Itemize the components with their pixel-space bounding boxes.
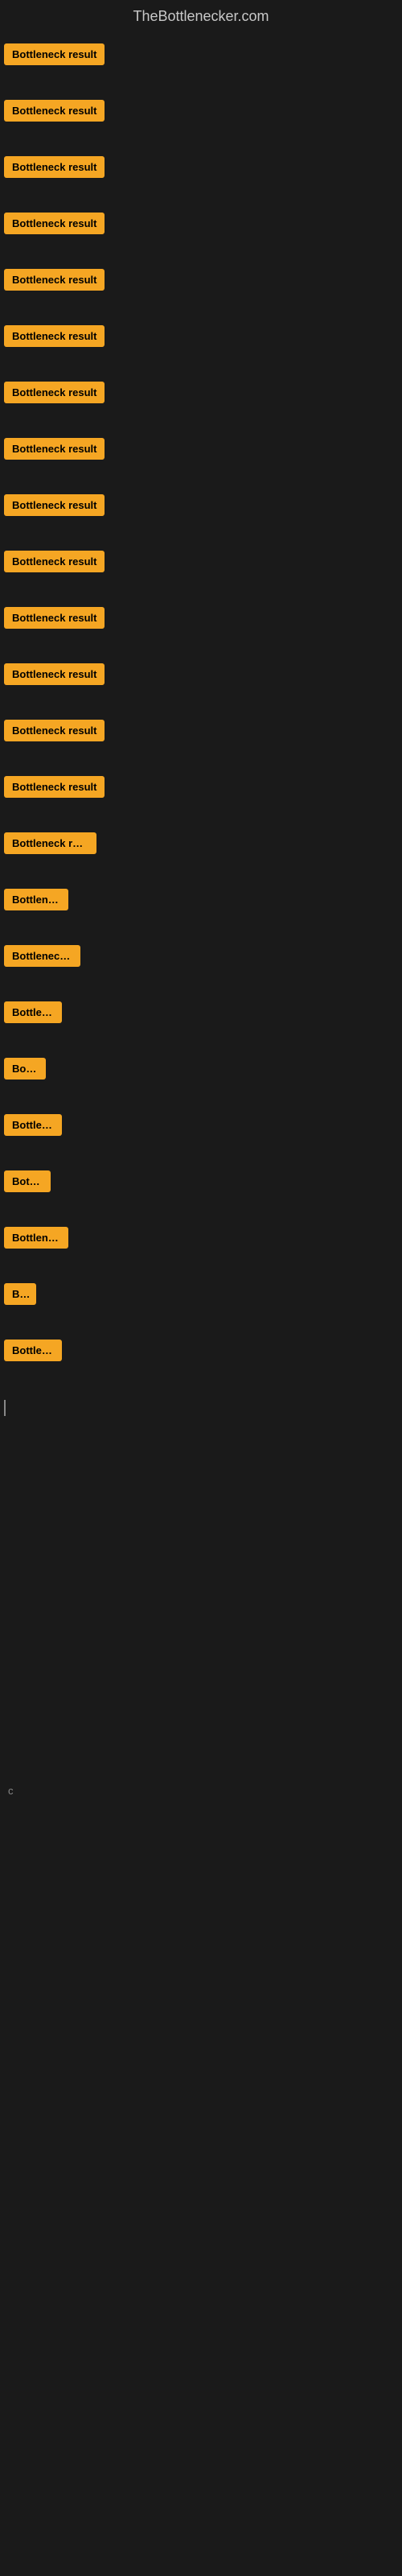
list-item: Bottlenec [4,995,398,1051]
bottleneck-result-button[interactable]: Bottleneck result [4,551,105,572]
bottleneck-result-button[interactable]: Bottleneck result [4,100,105,122]
bottleneck-result-button[interactable]: Bottleneck result [4,776,105,798]
list-item: Bottleneck result [4,206,398,262]
bottleneck-result-button[interactable]: Bottleneck result [4,438,105,460]
bottleneck-result-button[interactable]: Bottleneck result [4,213,105,234]
list-item: Bottleneck result [4,150,398,206]
bottleneck-result-button[interactable]: Bottleneck resu [4,832,96,854]
list-item: Bottleneck result [4,488,398,544]
list-item: Bottleneck result [4,770,398,826]
bottleneck-result-button[interactable]: Bottleneck result [4,494,105,516]
list-item: Bottleneck [4,1220,398,1277]
bottleneck-result-button[interactable]: Bottlenec [4,1340,62,1361]
list-item: Bottleneck result [4,713,398,770]
list-item: Bottleneck [4,882,398,939]
list-item: Bottlenec [4,1108,398,1164]
list-item: Bottleneck resu [4,826,398,882]
bottleneck-result-button[interactable]: Bottlenec [4,1001,62,1023]
list-item: Bott [4,1277,398,1333]
list-item: Bottleneck result [4,37,398,93]
small-label: c [8,1785,14,1797]
bottleneck-result-button[interactable]: Bottleneck result [4,720,105,741]
list-item: Bottleneck result [4,601,398,657]
bottleneck-result-button[interactable]: Bottleneck result [4,607,105,629]
list-item: Bottlen [4,1164,398,1220]
bottleneck-result-button[interactable]: Bottleneck [4,889,68,910]
bottleneck-result-button[interactable]: Bottlenec [4,1114,62,1136]
list-item: Bottleneck result [4,93,398,150]
list-item: Bottle [4,1051,398,1108]
list-item: Bottleneck result [4,657,398,713]
list-item: Bottlenec [4,1333,398,1389]
list-item: Bottleneck result [4,262,398,319]
bottleneck-result-button[interactable]: Bott [4,1283,36,1305]
list-item: Bottleneck result [4,544,398,601]
cursor-line [4,1400,6,1416]
bottleneck-result-button[interactable]: Bottleneck result [4,156,105,178]
bottleneck-result-button[interactable]: Bottleneck result [4,269,105,291]
list-item: Bottleneck result [4,319,398,375]
bottleneck-result-button[interactable]: Bottlen [4,1170,51,1192]
bottleneck-result-button[interactable]: Bottleneck result [4,663,105,685]
list-item: Bottleneck result [4,431,398,488]
list-item: Bottleneck result [4,375,398,431]
bottleneck-result-button[interactable]: Bottleneck result [4,325,105,347]
bottleneck-result-button[interactable]: Bottleneck result [4,382,105,403]
list-item: Bottleneck re [4,939,398,995]
site-title: TheBottlenecker.com [4,0,398,37]
bottleneck-result-button[interactable]: Bottleneck result [4,43,105,65]
bottleneck-result-button[interactable]: Bottle [4,1058,46,1080]
bottleneck-result-button[interactable]: Bottleneck re [4,945,80,967]
bottleneck-result-button[interactable]: Bottleneck [4,1227,68,1249]
